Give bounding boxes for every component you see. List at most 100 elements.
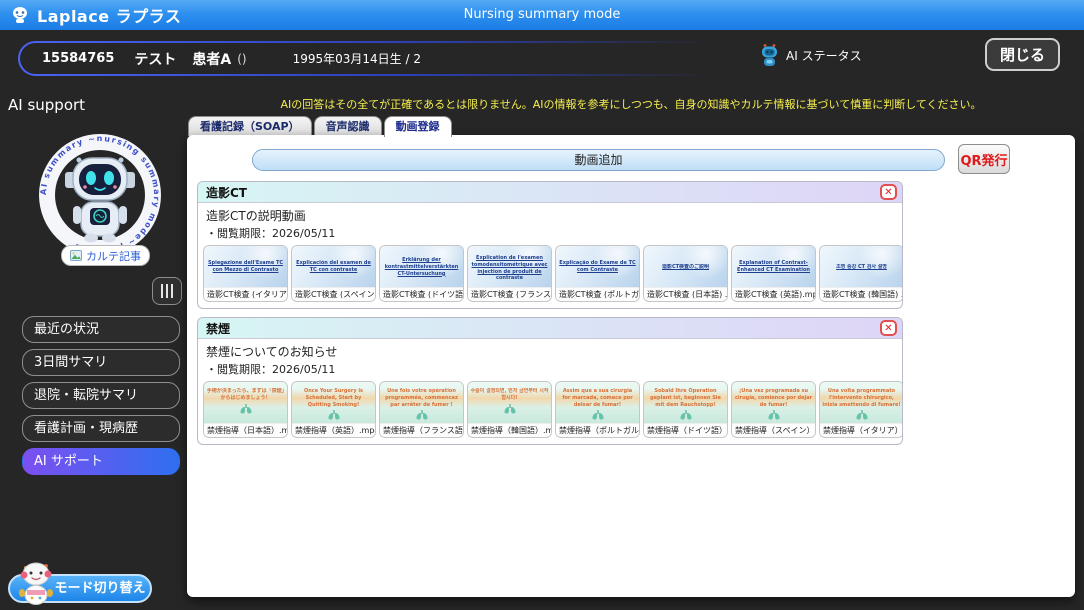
video-thumbnail-title: Assim que a sua cirurgia for marcada, co… bbox=[562, 388, 633, 408]
video-thumbnail-card[interactable]: Explication de l'examen tomodensitométri… bbox=[467, 245, 552, 302]
video-filename: 造影CT検査 (韓国語) … bbox=[820, 287, 902, 301]
video-registration-panel: 動画追加 QR発行 造影CT ✕ 造影CTの説明動画 ・閲覧期限：2026/05… bbox=[187, 135, 1075, 597]
video-thumbnail-title: 造影CT検査のご説明 bbox=[661, 263, 710, 270]
video-thumbnail-image: Spiegazione dell'Esame TC con Mezzo di C… bbox=[204, 246, 287, 287]
mode-switch-button[interactable]: モード切り替え bbox=[8, 574, 152, 603]
sidebar-item-care-plan[interactable]: 看護計画・現病歴 bbox=[22, 415, 180, 442]
video-section-description: 造影CTの説明動画 bbox=[206, 209, 306, 223]
video-filename: 造影CT検査 (日本語) … bbox=[644, 287, 727, 301]
video-filename: 造影CT検査 (英語).mp4 bbox=[732, 287, 815, 301]
ai-status-label: AI ステータス bbox=[786, 48, 862, 63]
robot-logo-icon bbox=[13, 7, 27, 23]
video-thumbnail-card[interactable]: Sobald Ihre Operation geplant ist, begin… bbox=[643, 381, 728, 438]
video-thumbnail-title: Once Your Surgery is Scheduled, Start by… bbox=[303, 388, 364, 408]
video-thumbnail-image: Once Your Surgery is Scheduled, Start by… bbox=[292, 382, 375, 423]
video-filename: 造影CT検査 (ポルトガ… bbox=[556, 287, 639, 301]
video-thumbnail-title: 수술이 결정되면, 먼저 금연부터 시작합시다! bbox=[470, 388, 549, 401]
video-thumbnail-image: Erklärung der kontrastmittelverstärkten … bbox=[380, 246, 463, 287]
qr-issue-button[interactable]: QR発行 bbox=[958, 144, 1010, 174]
video-thumbnail-card[interactable]: 수술이 결정되면, 먼저 금연부터 시작합시다! 禁煙指導（韓国語）.m… bbox=[467, 381, 552, 438]
video-thumbnail-image: ¡Una vez programada su cirugía, comience… bbox=[732, 382, 815, 423]
video-thumbnail-card[interactable]: Once Your Surgery is Scheduled, Start by… bbox=[291, 381, 376, 438]
tab-bar: 看護記録（SOAP） 音声認識 動画登録 bbox=[188, 116, 452, 137]
tab-video-registration[interactable]: 動画登録 bbox=[383, 116, 452, 137]
video-thumbnail-image: Explicación del examen de TC con contras… bbox=[292, 246, 375, 287]
app-logo: Laplace ラプラス bbox=[10, 3, 181, 27]
video-filename: 造影CT検査 (ドイツ語)… bbox=[380, 287, 463, 301]
video-section: 禁煙 ✕ 禁煙についてのお知らせ ・閲覧期限：2026/05/11 手術が決まっ… bbox=[197, 317, 903, 445]
video-filename: 造影CT検査 (スペイン… bbox=[292, 287, 375, 301]
video-section-expiry: ・閲覧期限：2026/05/11 bbox=[206, 363, 336, 376]
ai-disclaimer-text: AIの回答はその全てが正確であるとは限りません。AIの情報を参考にしつつも、自身… bbox=[280, 98, 982, 111]
patient-name: 患者A bbox=[192, 51, 232, 68]
sidebar-nav: 最近の状況 3日間サマリ 退院・転院サマリ 看護計画・現病歴 AI サポート bbox=[22, 316, 180, 481]
karte-article-badge[interactable]: カルテ記事 bbox=[61, 245, 150, 266]
lungs-icon bbox=[856, 410, 867, 420]
add-video-button[interactable]: 動画追加 bbox=[252, 149, 945, 171]
lungs-icon bbox=[592, 410, 603, 420]
video-thumbnail-image: Una volta programmato l'intervento chiru… bbox=[820, 382, 902, 423]
video-thumbnail-card[interactable]: 조영 증강 CT 검사 설명 造影CT検査 (韓国語) … bbox=[819, 245, 902, 302]
video-thumbnail-title: Explanation of Contrast-Enhanced CT Exam… bbox=[737, 260, 810, 274]
video-section: 造影CT ✕ 造影CTの説明動画 ・閲覧期限：2026/05/11 Spiega… bbox=[197, 181, 903, 309]
video-filename: 禁煙指導（日本語）.mp4 bbox=[204, 423, 287, 437]
video-thumbnail-image: 造影CT検査のご説明 bbox=[644, 246, 727, 287]
video-thumbnail-card[interactable]: Une fois votre opération programmée, com… bbox=[379, 381, 464, 438]
video-filename: 禁煙指導（英語）.mp4 bbox=[292, 423, 375, 437]
video-thumbnail-image: Explicação do Exame de TC com Contraste bbox=[556, 246, 639, 287]
video-thumbnail-card[interactable]: ¡Una vez programada su cirugía, comience… bbox=[731, 381, 816, 438]
video-filename: 禁煙指導（韓国語）.m… bbox=[468, 423, 551, 437]
video-thumbnail-title: Sobald Ihre Operation geplant ist, begin… bbox=[650, 388, 721, 408]
video-section-title: 造影CT bbox=[206, 185, 247, 200]
video-section-description: 禁煙についてのお知らせ bbox=[206, 345, 338, 359]
video-filename: 禁煙指導（スペイン）… bbox=[732, 423, 815, 437]
lungs-icon bbox=[328, 410, 339, 420]
video-filename: 禁煙指導（イタリア）… bbox=[820, 423, 902, 437]
video-thumbnail-card[interactable]: 手術が決まったら、まずは「禁煙」からはじめましょう！ 禁煙指導（日本語）.mp4 bbox=[203, 381, 288, 438]
video-thumbnail-card[interactable]: Assim que a sua cirurgia for marcada, co… bbox=[555, 381, 640, 438]
ai-mascot: AI summary ~nursing summary mode~ powere… bbox=[39, 134, 161, 256]
video-thumbnail-title: Explicação do Exame de TC com Contraste bbox=[559, 260, 636, 274]
video-thumbnail-image: Assim que a sua cirurgia for marcada, co… bbox=[556, 382, 639, 423]
video-thumbnail-title: Explicación del examen de TC con contras… bbox=[296, 260, 371, 274]
sidebar-item-3day-summary[interactable]: 3日間サマリ bbox=[22, 349, 180, 376]
sidebar-item-discharge-summary[interactable]: 退院・転院サマリ bbox=[22, 382, 180, 409]
patient-name-kana: テスト bbox=[134, 51, 177, 68]
sidebar-title: AI support bbox=[8, 96, 86, 114]
ai-status-robot-icon bbox=[762, 44, 777, 66]
patient-bar: 15584765 テスト 患者A () 1995年03月14日生 / 2 AI … bbox=[0, 30, 1084, 85]
video-thumbnail-card[interactable]: Una volta programmato l'intervento chiru… bbox=[819, 381, 902, 438]
video-thumbnail-title: Une fois votre opération programmée, com… bbox=[385, 388, 458, 408]
lungs-icon bbox=[504, 403, 515, 413]
close-icon: ✕ bbox=[884, 186, 893, 198]
video-thumbnail-image: 手術が決まったら、まずは「禁煙」からはじめましょう！ bbox=[204, 382, 287, 423]
tab-nursing-record-soap[interactable]: 看護記録（SOAP） bbox=[188, 116, 312, 136]
close-section-button[interactable]: ✕ bbox=[880, 184, 897, 200]
video-thumbnail-title: Explication de l'examen tomodensitométri… bbox=[471, 255, 548, 280]
video-thumbnail-card[interactable]: Erklärung der kontrastmittelverstärkten … bbox=[379, 245, 464, 302]
patient-id: 15584765 bbox=[42, 51, 115, 66]
karte-article-label: カルテ記事 bbox=[86, 249, 141, 263]
video-thumbnail-card[interactable]: Spiegazione dell'Esame TC con Mezzo di C… bbox=[203, 245, 288, 302]
close-section-button[interactable]: ✕ bbox=[880, 320, 897, 336]
drawer-handle-button[interactable] bbox=[152, 277, 182, 305]
video-thumbnail-card[interactable]: Explicación del examen de TC con contras… bbox=[291, 245, 376, 302]
video-thumbnail-row: Spiegazione dell'Esame TC con Mezzo di C… bbox=[198, 241, 902, 308]
video-section-title: 禁煙 bbox=[206, 321, 231, 336]
video-thumbnail-title: 手術が決まったら、まずは「禁煙」からはじめましょう！ bbox=[206, 388, 285, 401]
video-filename: 造影CT検査 (フランス… bbox=[468, 287, 551, 301]
sidebar-item-recent-status[interactable]: 最近の状況 bbox=[22, 316, 180, 343]
video-thumbnail-image: Une fois votre opération programmée, com… bbox=[380, 382, 463, 423]
video-thumbnail-title: 조영 증강 CT 검사 설명 bbox=[836, 263, 887, 270]
video-thumbnail-image: Explanation of Contrast-Enhanced CT Exam… bbox=[732, 246, 815, 287]
patient-birth-info: 1995年03月14日生 / 2 bbox=[292, 52, 421, 66]
bars-icon bbox=[161, 284, 163, 298]
video-thumbnail-card[interactable]: Explicação do Exame de TC com Contraste … bbox=[555, 245, 640, 302]
close-button[interactable]: 閉じる bbox=[984, 38, 1060, 71]
sidebar-item-ai-support[interactable]: AI サポート bbox=[22, 448, 180, 475]
video-thumbnail-title: Erklärung der kontrastmittelverstärkten … bbox=[384, 257, 459, 277]
tab-voice-recognition[interactable]: 音声認識 bbox=[313, 116, 382, 136]
video-filename: 禁煙指導（ポルトガル… bbox=[556, 423, 639, 437]
video-thumbnail-card[interactable]: 造影CT検査のご説明 造影CT検査 (日本語) … bbox=[643, 245, 728, 302]
video-thumbnail-card[interactable]: Explanation of Contrast-Enhanced CT Exam… bbox=[731, 245, 816, 302]
